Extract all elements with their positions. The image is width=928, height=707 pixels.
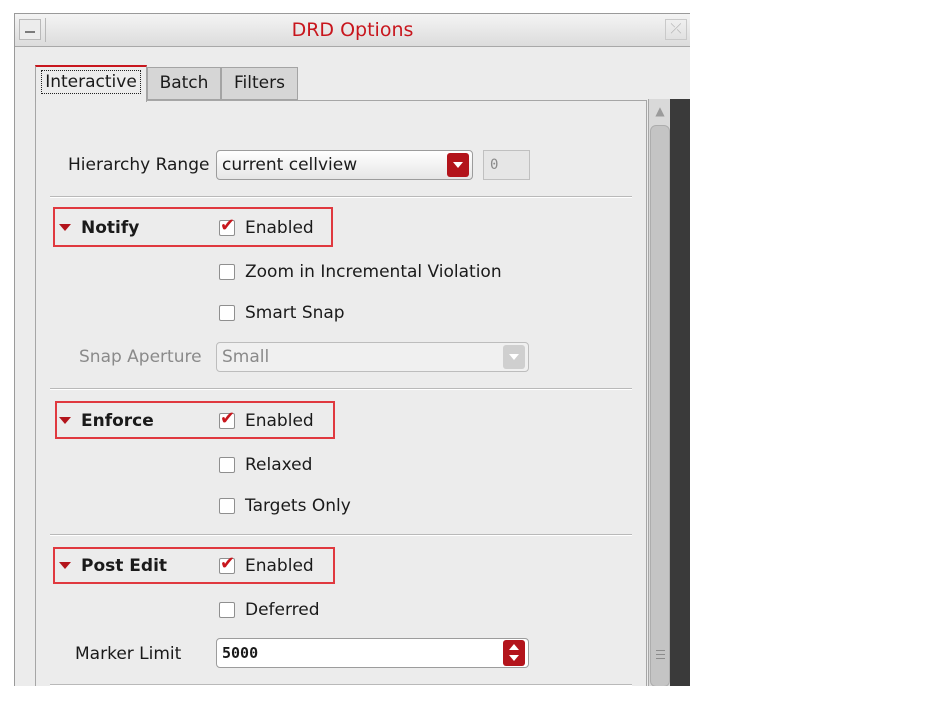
zoom-incremental-label: Zoom in Incremental Violation xyxy=(245,262,502,282)
notify-enabled-checkbox[interactable] xyxy=(219,215,235,236)
scroll-grip xyxy=(656,654,665,655)
vertical-scrollbar[interactable]: ▲ xyxy=(648,99,671,686)
enforce-disclosure-icon[interactable] xyxy=(59,417,71,424)
tab-filters[interactable]: Filters xyxy=(221,67,298,100)
post-edit-section-title: Post Edit xyxy=(81,556,168,576)
spin-up-icon[interactable] xyxy=(509,644,519,650)
smart-snap-label: Smart Snap xyxy=(245,303,345,323)
hierarchy-range-value: current cellview xyxy=(222,155,358,175)
section-divider xyxy=(50,388,632,390)
title-bar: DRD Options ⤫ xyxy=(15,14,690,47)
post-edit-enabled-label: Enabled xyxy=(245,556,314,576)
relaxed-label: Relaxed xyxy=(245,455,313,475)
targets-only-checkbox[interactable] xyxy=(219,498,235,514)
tab-interactive-label: Interactive xyxy=(41,70,141,94)
targets-only-label: Targets Only xyxy=(245,496,351,516)
enforce-enabled-label: Enabled xyxy=(245,411,314,431)
notify-disclosure-icon[interactable] xyxy=(59,224,71,231)
section-divider xyxy=(50,534,632,536)
scrollbar-gutter xyxy=(670,99,690,686)
scroll-grip xyxy=(656,650,665,651)
enforce-section-title: Enforce xyxy=(81,411,154,431)
close-icon[interactable]: ⤫ xyxy=(665,19,687,40)
zoom-incremental-checkbox[interactable] xyxy=(219,264,235,280)
scroll-thumb[interactable] xyxy=(650,125,670,686)
relaxed-checkbox[interactable] xyxy=(219,457,235,473)
marker-limit-spinbox[interactable]: 5000 xyxy=(216,638,529,668)
window-title: DRD Options xyxy=(291,19,414,41)
section-divider xyxy=(50,684,632,686)
tab-interactive[interactable]: Interactive xyxy=(35,65,147,102)
hierarchy-depth-field: 0 xyxy=(483,150,530,180)
hierarchy-range-label: Hierarchy Range xyxy=(68,155,210,175)
snap-aperture-value: Small xyxy=(222,347,270,367)
scroll-up-icon[interactable]: ▲ xyxy=(650,101,670,121)
drd-options-window: DRD Options ⤫ Interactive Batch Filters … xyxy=(14,13,690,686)
notify-section-title: Notify xyxy=(81,218,140,238)
hierarchy-range-select[interactable]: current cellview xyxy=(216,150,473,180)
section-divider xyxy=(50,196,632,198)
deferred-label: Deferred xyxy=(245,600,320,620)
smart-snap-checkbox[interactable] xyxy=(219,305,235,321)
scroll-grip xyxy=(656,658,665,659)
spin-down-icon[interactable] xyxy=(509,655,519,661)
interactive-panel: Hierarchy Range current cellview 0 Notif… xyxy=(35,100,647,686)
enforce-enabled-checkbox[interactable] xyxy=(219,408,235,429)
deferred-checkbox[interactable] xyxy=(219,602,235,618)
tab-batch[interactable]: Batch xyxy=(147,67,221,100)
spin-buttons[interactable] xyxy=(503,640,525,666)
snap-aperture-label: Snap Aperture xyxy=(79,347,202,367)
post-edit-enabled-checkbox[interactable] xyxy=(219,553,235,574)
notify-enabled-label: Enabled xyxy=(245,218,314,238)
chevron-down-icon[interactable] xyxy=(447,153,469,177)
chevron-down-icon[interactable] xyxy=(503,345,525,369)
marker-limit-label: Marker Limit xyxy=(75,644,182,664)
marker-limit-value: 5000 xyxy=(222,644,259,662)
post-edit-disclosure-icon[interactable] xyxy=(59,562,71,569)
snap-aperture-select[interactable]: Small xyxy=(216,342,529,372)
